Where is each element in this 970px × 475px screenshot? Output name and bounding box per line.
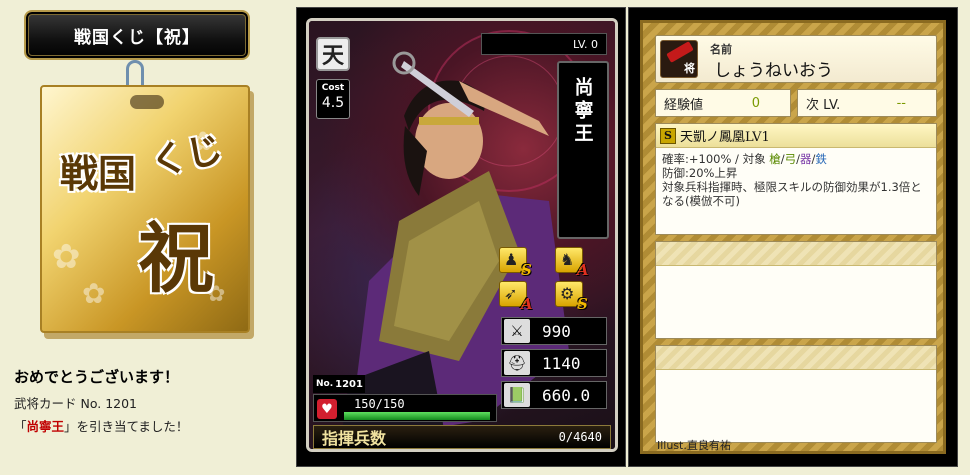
target-iron: 鉄 (815, 152, 827, 166)
name-panel: 将 名前 しょうねいおう (655, 35, 937, 83)
next-level-value: -- (896, 95, 906, 111)
skill-grade-horse: A (577, 261, 589, 279)
next-level-label: 次 LV. (806, 97, 841, 113)
congrats-message: おめでとうございます！ (14, 368, 180, 386)
number-label: No. (316, 379, 334, 389)
box-text-line2: くじ (147, 127, 227, 184)
name-reading: しょうねいおう (714, 61, 833, 81)
illustrator-name: 直良有祐 (686, 439, 731, 452)
stat-defense: ⛑ 1140 (501, 349, 607, 377)
stat-intelligence: 📗 660.0 (501, 381, 607, 409)
skill-name: 天凱ノ鳳凰LV1 (680, 130, 770, 145)
cost-box: Cost 4.5 (316, 79, 350, 119)
xp-label: 経験値 (664, 97, 704, 113)
skill-grade-bow: A (521, 295, 533, 313)
general-card: 天 Cost 4.5 LV. 0 尚寧王 ♟ S ♞ A ➶ A ⚙ S ⚔ 9… (306, 18, 618, 452)
card-number-badge: No. 1201 (313, 375, 365, 393)
stat-attack-value: 990 (542, 321, 571, 341)
command-troops-bar: 指揮兵数 0/4640 (313, 425, 611, 449)
skill-description: 確率:+100% / 対象 槍/弓/器/鉄 防御:20%上昇 対象兵科指揮時、極… (656, 148, 936, 212)
hp-bar (344, 412, 490, 420)
result-card-name: 尚寧王 (26, 419, 65, 434)
lottery-title: 戦国くじ【祝】 (74, 27, 200, 48)
hp-bar-fill (344, 412, 490, 420)
target-spear: 槍 (769, 152, 781, 166)
command-label: 指揮兵数 (322, 429, 387, 448)
xp-panel: 経験値 0 (655, 89, 791, 117)
illustrator-credit: Illust.直良有祐 (657, 437, 731, 453)
cost-value: 4.5 (321, 95, 345, 111)
xp-value: 0 (751, 95, 760, 111)
skill-slot-empty (655, 345, 937, 443)
level-display: LV. 0 (481, 33, 607, 55)
target-siege: 器 (799, 152, 812, 166)
stat-intelligence-value: 660.0 (542, 385, 591, 405)
cost-label: Cost (321, 83, 345, 93)
hp-box: ♥ 150/150 (313, 394, 497, 422)
result-prefix: 「 (14, 419, 27, 434)
skill-slot-empty (655, 241, 937, 339)
box-text-big: 祝 (138, 214, 214, 303)
sword-icon: ⚔ (504, 319, 530, 343)
command-value: 0/4640 (558, 430, 602, 444)
target-bow: 弓 (784, 152, 797, 166)
helmet-icon: ⛑ (504, 351, 530, 375)
number-value: 1201 (335, 378, 363, 390)
skill-line1: 確率:+100% / 対象 (662, 152, 770, 166)
general-tag: 将 (684, 62, 695, 75)
name-label: 名前 (710, 43, 732, 56)
skill-header: S 天凱ノ鳳凰LV1 (656, 124, 936, 148)
card-name: 尚寧王 (557, 61, 609, 239)
next-level-panel: 次 LV. -- (797, 89, 937, 117)
result-suffix: 」を引き当てました！ (64, 419, 189, 434)
skill-line2: 防御:20%上昇 (662, 166, 738, 180)
book-icon: 📗 (504, 383, 530, 407)
skill-grade-badge: S (660, 127, 676, 144)
stat-attack: ⚔ 990 (501, 317, 607, 345)
lottery-box-image: ✿ ✿ ✿ ✿ 戦国 くじ 祝 (40, 85, 250, 333)
illust-label: Illust. (657, 439, 687, 452)
skill-line3: 対象兵科指揮時、極限スキルの防御効果が1.3倍となる(模倣不可) (662, 180, 922, 208)
result-text: 「尚寧王」を引き当てました！ (14, 416, 188, 435)
skill-grade-siege: S (577, 295, 588, 313)
hp-text: 150/150 (354, 397, 405, 411)
box-hole (130, 95, 164, 109)
box-text-line1: 戦国 (60, 151, 137, 196)
lottery-title-plate: 戦国くじ【祝】 (24, 10, 250, 60)
general-icon: 将 (660, 40, 698, 78)
card-info-panel: 将 名前 しょうねいおう 経験値 0 次 LV. -- S 天凱ノ鳳凰LV1 確… (640, 20, 946, 454)
blossom-icon: ✿ (82, 277, 106, 310)
skill-grade-spear: S (521, 261, 532, 279)
card-number-text: 武将カード No. 1201 (14, 396, 138, 411)
blossom-icon: ✿ (52, 237, 81, 277)
stat-defense-value: 1140 (542, 353, 581, 373)
heart-icon: ♥ (317, 399, 337, 419)
skill-card: S 天凱ノ鳳凰LV1 確率:+100% / 対象 槍/弓/器/鉄 防御:20%上… (655, 123, 937, 235)
rank-badge: 天 (316, 37, 350, 71)
